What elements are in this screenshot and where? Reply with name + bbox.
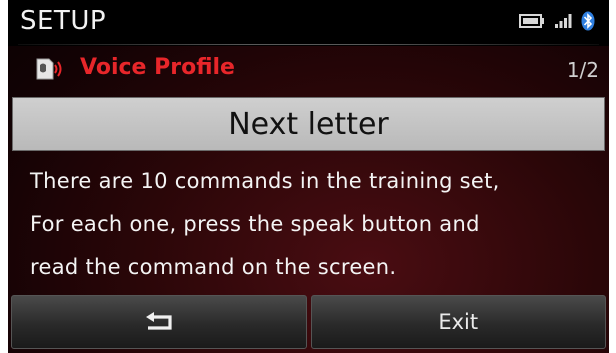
page-indicator: 1/2: [566, 58, 599, 82]
signal-icon: [554, 13, 572, 33]
page-title: SETUP: [20, 6, 107, 36]
voice-profile-label: Voice Profile: [80, 55, 235, 80]
exit-label: Exit: [438, 310, 479, 334]
instruction-message: There are 10 commands in the training se…: [30, 160, 605, 289]
header-divider: [18, 44, 599, 45]
message-line: For each one, press the speak button and: [30, 212, 480, 236]
screen: SETUP Voice Profile 1/2 Next letter Ther…: [8, 0, 609, 353]
bluetooth-icon: [581, 11, 595, 35]
subheader: Voice Profile 1/2: [8, 46, 609, 92]
back-button[interactable]: [11, 295, 307, 349]
voice-profile-icon: [34, 56, 64, 86]
exit-button[interactable]: Exit: [310, 295, 606, 349]
message-line: read the command on the screen.: [30, 255, 397, 279]
status-icons: [519, 11, 595, 35]
next-letter-label: Next letter: [228, 106, 389, 142]
message-line: There are 10 commands in the training se…: [30, 169, 500, 193]
back-arrow-icon: [142, 309, 176, 336]
header-bar: SETUP: [8, 0, 609, 46]
footer-bar: Exit: [8, 295, 609, 353]
next-letter-bar: Next letter: [12, 97, 605, 151]
battery-icon: [519, 13, 545, 33]
